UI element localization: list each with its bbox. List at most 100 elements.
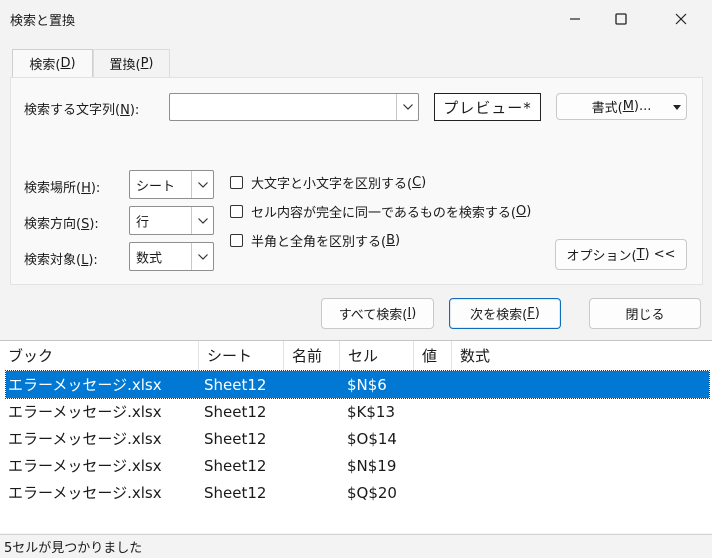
table-row[interactable]: エラーメッセージ.xlsx Sheet12 $N$6 xyxy=(5,370,710,399)
match-byte-mnemonic: B xyxy=(386,233,395,248)
checkbox-box[interactable] xyxy=(230,205,243,218)
format-mnemonic: M xyxy=(622,99,634,114)
tab-find[interactable]: 検索(D) xyxy=(12,49,93,77)
column-header-sheet[interactable]: シート xyxy=(199,341,284,370)
cell-sheet: Sheet12 xyxy=(204,402,267,421)
tab-find-label: 検索( xyxy=(29,58,61,73)
find-what-label-text: 検索する文字列( xyxy=(24,103,121,118)
format-button-label: 書式( xyxy=(591,101,623,116)
minimize-icon xyxy=(570,18,580,20)
cell-book: エラーメッセージ.xlsx xyxy=(8,376,162,394)
tab-replace-mnemonic: P xyxy=(140,56,149,71)
find-all-label: すべて検索( xyxy=(338,308,408,323)
match-byte-suffix: ) xyxy=(395,233,401,248)
match-case-suffix: ) xyxy=(421,175,427,190)
column-header-book[interactable]: ブック xyxy=(0,341,199,370)
within-label: 検索場所(H): xyxy=(24,177,100,196)
options-button-label: オプション( xyxy=(566,249,637,264)
format-suffix: )... xyxy=(633,99,652,114)
column-header-name[interactable]: 名前 xyxy=(284,341,340,370)
match-entire-cell-label: セル内容が完全に同一であるものを検索する( xyxy=(251,206,516,221)
within-select[interactable]: シート xyxy=(129,170,214,199)
cell-sheet: Sheet12 xyxy=(204,483,267,502)
checkbox-box[interactable] xyxy=(230,234,243,247)
match-case-checkbox[interactable]: 大文字と小文字を区別する(C) xyxy=(230,173,426,192)
match-case-mnemonic: C xyxy=(412,175,422,190)
direction-select[interactable]: 行 xyxy=(129,206,214,235)
tab-find-mnemonic: D xyxy=(60,56,71,71)
column-header-formula[interactable]: 数式 xyxy=(452,341,712,370)
match-byte-label: 半角と全角を区別する( xyxy=(251,235,387,250)
options-suffix: ) << xyxy=(644,247,676,262)
find-all-suffix: ) xyxy=(411,306,417,321)
direction-label-text: 検索方向( xyxy=(24,217,82,232)
cell-address: $N$19 xyxy=(347,456,397,475)
within-label-text: 検索場所( xyxy=(24,181,82,196)
minimize-button[interactable] xyxy=(552,0,598,38)
direction-dropdown[interactable] xyxy=(191,207,213,234)
cell-sheet: Sheet12 xyxy=(204,375,267,394)
match-entire-cell-checkbox[interactable]: セル内容が完全に同一であるものを検索する(O) xyxy=(230,202,531,221)
cell-book: エラーメッセージ.xlsx xyxy=(8,457,162,475)
column-header-cell[interactable]: セル xyxy=(340,341,414,370)
cell-book: エラーメッセージ.xlsx xyxy=(8,403,162,421)
find-next-button[interactable]: 次を検索(F) xyxy=(449,298,561,329)
checkbox-box[interactable] xyxy=(230,176,243,189)
find-what-dropdown[interactable] xyxy=(396,94,418,120)
lookin-select[interactable]: 数式 xyxy=(129,242,214,271)
lookin-dropdown[interactable] xyxy=(191,243,213,270)
tab-replace-suffix: ) xyxy=(148,56,154,71)
find-next-mnemonic: F xyxy=(527,306,535,321)
cell-address: $N$6 xyxy=(347,375,387,394)
match-case-label: 大文字と小文字を区別する( xyxy=(251,177,413,192)
lookin-value: 数式 xyxy=(136,251,163,266)
cell-sheet: Sheet12 xyxy=(204,456,267,475)
cell-book: エラーメッセージ.xlsx xyxy=(8,484,162,502)
options-mnemonic: T xyxy=(636,247,645,262)
chevron-down-icon xyxy=(197,217,208,224)
find-what-combobox[interactable] xyxy=(169,93,419,121)
find-all-button[interactable]: すべて検索(I) xyxy=(321,298,434,329)
lookin-label-text: 検索対象( xyxy=(24,253,82,268)
dropdown-triangle-icon xyxy=(673,105,681,110)
chevron-down-icon xyxy=(197,181,208,188)
column-header-value[interactable]: 値 xyxy=(414,341,452,370)
cell-book: エラーメッセージ.xlsx xyxy=(8,430,162,448)
find-what-suffix: ): xyxy=(129,103,140,118)
table-row[interactable]: エラーメッセージ.xlsx Sheet12 $O$14 xyxy=(6,425,709,452)
maximize-button[interactable] xyxy=(598,0,644,38)
table-row[interactable]: エラーメッセージ.xlsx Sheet12 $K$13 xyxy=(6,398,709,425)
within-mnemonic: H xyxy=(81,181,91,196)
within-suffix: ): xyxy=(90,181,101,196)
results-list[interactable]: ブック シート 名前 セル 値 数式 エラーメッセージ.xlsx Sheet12… xyxy=(0,340,712,533)
maximize-icon xyxy=(615,13,627,25)
direction-suffix: ): xyxy=(89,217,99,232)
close-icon xyxy=(675,13,687,25)
chevron-down-icon xyxy=(197,253,208,260)
lookin-suffix: ): xyxy=(88,253,98,268)
options-button[interactable]: オプション(T) << xyxy=(555,239,687,270)
cell-address: $Q$20 xyxy=(347,483,397,502)
match-byte-checkbox[interactable]: 半角と全角を区別する(B) xyxy=(230,231,400,250)
status-text: 5セルが見つかりました xyxy=(4,541,143,556)
direction-value: 行 xyxy=(136,215,150,230)
cell-sheet: Sheet12 xyxy=(204,429,267,448)
match-entire-cell-mnemonic: O xyxy=(515,204,527,219)
within-dropdown[interactable] xyxy=(191,171,213,198)
cell-address: $K$13 xyxy=(347,402,396,421)
table-row[interactable]: エラーメッセージ.xlsx Sheet12 $N$19 xyxy=(6,452,709,479)
close-button[interactable] xyxy=(658,0,704,38)
find-next-suffix: ) xyxy=(534,306,540,321)
table-row[interactable]: エラーメッセージ.xlsx Sheet12 $Q$20 xyxy=(6,479,709,506)
lookin-label: 検索対象(L): xyxy=(24,249,98,268)
within-value: シート xyxy=(136,179,176,194)
tab-replace[interactable]: 置換(P) xyxy=(93,49,170,77)
status-bar: 5セルが見つかりました xyxy=(0,534,712,558)
cell-address: $O$14 xyxy=(347,429,397,448)
close-dialog-button[interactable]: 閉じる xyxy=(589,298,701,329)
direction-label: 検索方向(S): xyxy=(24,213,99,232)
tab-find-suffix: ) xyxy=(70,56,76,71)
format-preview: プレビュー* xyxy=(434,93,541,121)
format-button[interactable]: 書式(M)... xyxy=(556,93,687,120)
chevron-down-icon xyxy=(402,104,413,110)
